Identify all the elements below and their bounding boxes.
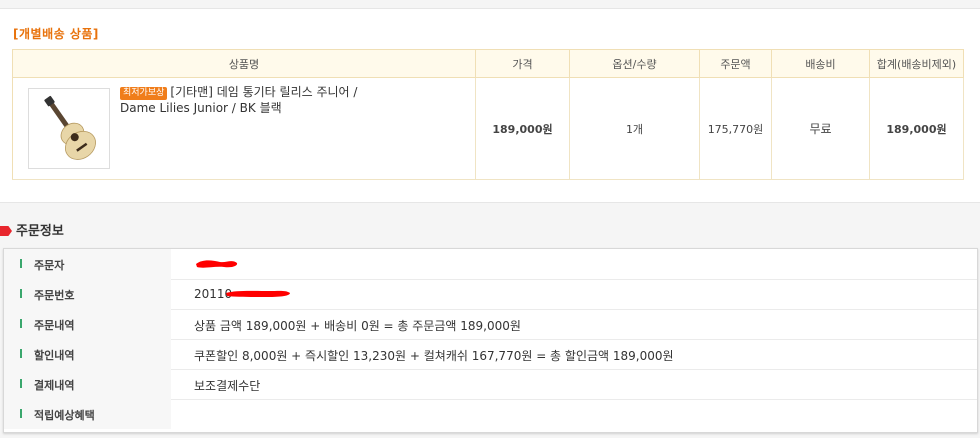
payment-label: 결제내역	[34, 379, 75, 392]
header-shipping: 배송비	[771, 49, 870, 78]
header-total: 합계(배송비제외)	[869, 49, 964, 78]
product-table: 상품명 가격 옵션/수량 주문액 배송비 합계(배송비제외) 최저가보상 [기타…	[12, 49, 964, 180]
guitar-image	[44, 95, 96, 160]
reward-label: 적립예상혜택	[34, 409, 95, 422]
product-info: 최저가보상 [기타맨] 데임 통기타 릴리스 주니어 / Dame Lilies …	[120, 84, 370, 116]
header-option-qty: 옵션/수량	[569, 49, 700, 78]
header-product-name: 상품명	[12, 49, 476, 78]
order-info-title: 주문정보	[16, 224, 64, 239]
payment-value: 보조결제수단	[194, 379, 261, 393]
order-info-box: 주문자 주문번호 20110 주문내역 상품 금액 189,000원 + 배송비…	[3, 248, 978, 433]
info-row-reward: 적립예상혜택	[4, 399, 977, 429]
redaction-mark	[226, 290, 290, 297]
table-row: 최저가보상 [기타맨] 데임 통기타 릴리스 주니어 / Dame Lilies …	[12, 77, 964, 180]
orderer-label: 주문자	[34, 259, 65, 272]
header-order-amount: 주문액	[699, 49, 772, 78]
order-amount-cell: 175,770원	[699, 77, 772, 180]
redaction-mark	[196, 260, 238, 268]
quantity-cell: 1개	[569, 77, 700, 180]
shipping-cell: 무료	[771, 77, 870, 180]
order-info-heading: 주문정보	[0, 220, 64, 239]
info-row-discount: 할인내역 쿠폰할인 8,000원 + 즉시할인 13,230원 + 컬쳐캐쉬 1…	[4, 339, 977, 370]
section-title: [개별배송 상품]	[13, 27, 99, 41]
total-cell: 189,000원	[869, 77, 964, 180]
info-row-order-details: 주문내역 상품 금액 189,000원 + 배송비 0원 = 총 주문금액 18…	[4, 309, 977, 340]
info-row-order-number: 주문번호 20110	[4, 279, 977, 310]
order-number-label: 주문번호	[34, 289, 75, 302]
order-details-value: 상품 금액 189,000원 + 배송비 0원 = 총 주문금액 189,000…	[194, 319, 521, 333]
discount-value: 쿠폰할인 8,000원 + 즉시할인 13,230원 + 컬쳐캐쉬 167,77…	[194, 349, 674, 363]
lowest-price-badge: 최저가보상	[120, 87, 168, 100]
table-header-row: 상품명 가격 옵션/수량 주문액 배송비 합계(배송비제외)	[12, 49, 964, 78]
heading-marker-icon	[0, 226, 12, 236]
header-price: 가격	[475, 49, 570, 78]
discount-label: 할인내역	[34, 349, 75, 362]
info-row-orderer: 주문자	[4, 249, 977, 280]
individual-shipping-panel: [개별배송 상품] 상품명 가격 옵션/수량 주문액 배송비 합계(배송비제외)	[0, 8, 980, 203]
info-row-payment: 결제내역 보조결제수단	[4, 369, 977, 400]
price-cell: 189,000원	[475, 77, 570, 180]
product-cell: 최저가보상 [기타맨] 데임 통기타 릴리스 주니어 / Dame Lilies …	[12, 77, 476, 180]
order-details-label: 주문내역	[34, 319, 75, 332]
product-thumbnail[interactable]	[28, 88, 110, 169]
